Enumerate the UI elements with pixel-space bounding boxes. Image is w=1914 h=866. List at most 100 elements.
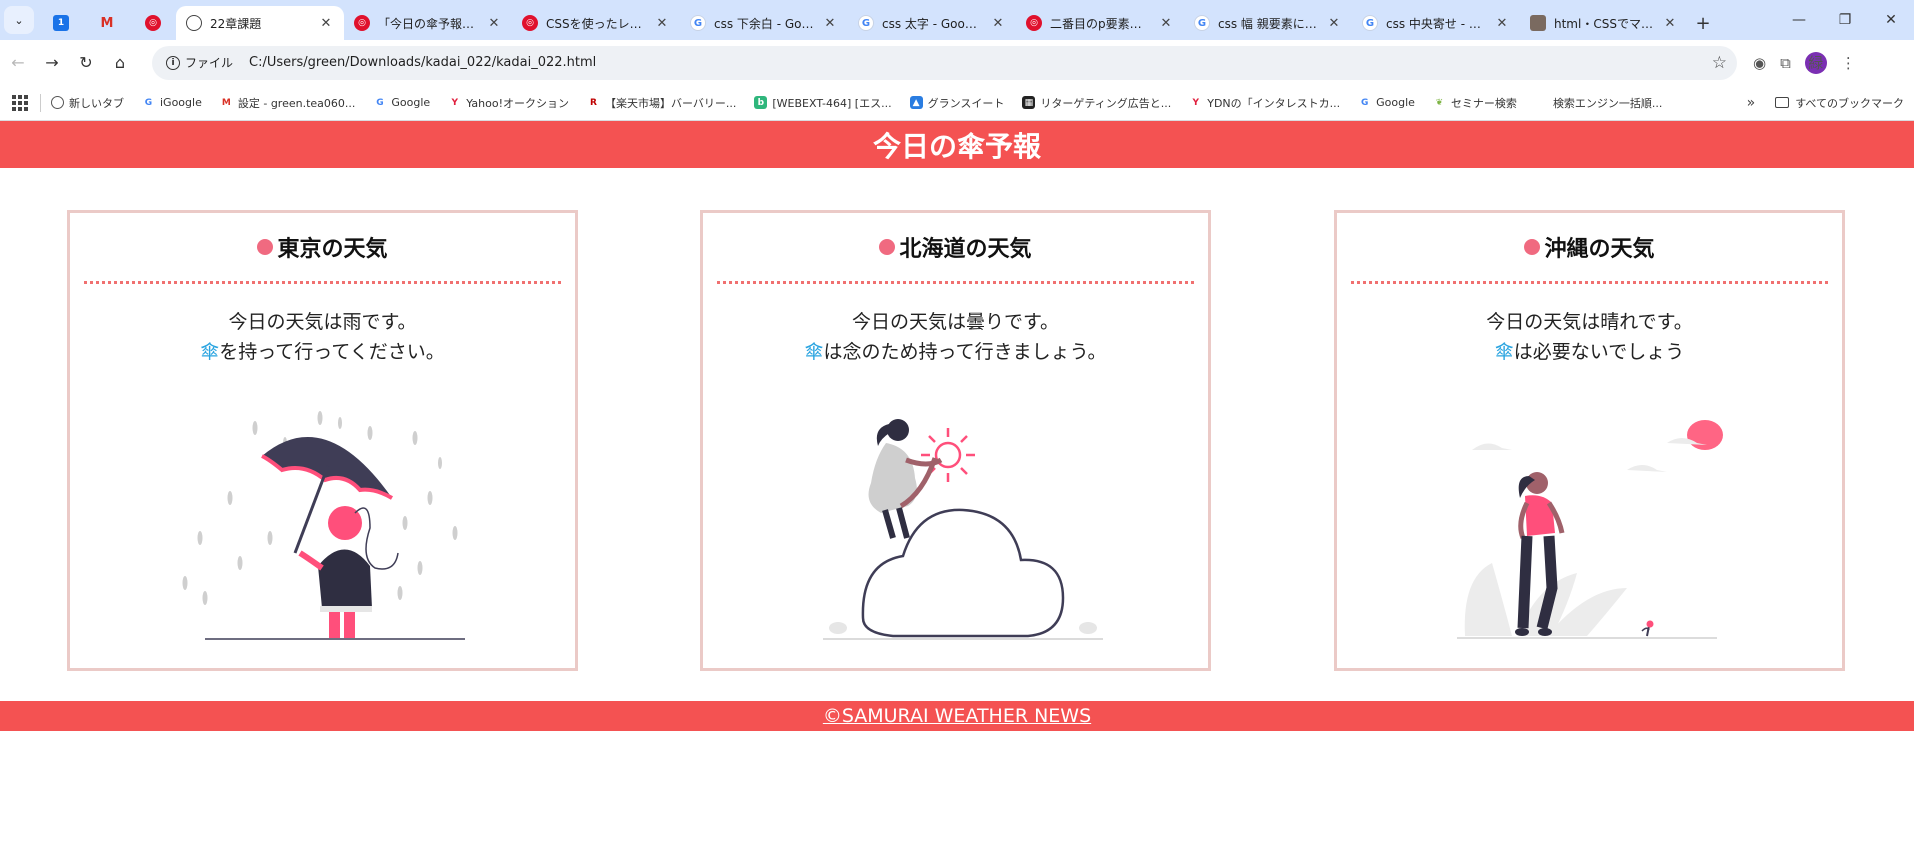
card-line-1: 今日の天気は雨です。 <box>228 311 417 333</box>
tab[interactable]: G css 中央寄せ - Goo ✕ <box>1352 6 1520 40</box>
card-line-2: 傘を持って行ってください。 <box>70 337 575 367</box>
bookmark-label: リターゲティング広告と... <box>1040 96 1172 110</box>
triangle-icon: ▲ <box>909 96 923 109</box>
tab[interactable]: G css 幅 親要素に合わ ✕ <box>1184 6 1352 40</box>
red-swirl-icon: ◎ <box>145 15 161 31</box>
bookmark[interactable]: ▦ リターゲティング広告と... <box>1022 95 1171 111</box>
card-title: 北海道の天気 <box>899 237 1032 262</box>
extensions-icon[interactable]: ⧉ <box>1780 54 1791 72</box>
close-icon[interactable]: ✕ <box>990 16 1006 31</box>
card-title: 東京の天気 <box>277 237 388 262</box>
toolbar-actions: ◉ ⧉ 緑 ⋮ <box>1753 51 1856 74</box>
sunny-illustration <box>1337 388 1842 658</box>
tab-gmail[interactable]: M <box>84 6 130 40</box>
calendar-icon: 1 <box>53 15 69 31</box>
new-tab-button[interactable]: + <box>1688 6 1718 40</box>
yahoo-icon: Y <box>451 97 458 108</box>
bookmark[interactable]: 新しいタブ <box>51 95 124 111</box>
bookmark-label: 検索エンジン一括順... <box>1552 96 1663 110</box>
browser-toolbar: ← → ↻ ⌂ i ファイル C:/Users/green/Downloads/… <box>0 40 1914 85</box>
address-bar[interactable]: i ファイル C:/Users/green/Downloads/kadai_02… <box>152 45 1737 80</box>
bookmark[interactable]: G Google <box>373 96 430 109</box>
google-icon: G <box>144 97 153 108</box>
bookmark[interactable]: b [WEBEXT-464] [エス... <box>754 95 892 111</box>
bookmarks-bar: 新しいタブ GiGoogle M 設定 - green.tea060... G Go… <box>0 85 1914 121</box>
bookmark[interactable]: Y Yahoo!オークション <box>448 95 569 111</box>
tab-title: 「今日の傘予報」とい <box>378 16 478 31</box>
home-icon[interactable]: ⌂ <box>104 47 136 79</box>
bookmark[interactable]: GiGoogle <box>142 96 202 109</box>
url-text[interactable]: C:/Users/green/Downloads/kadai_022/kadai… <box>249 55 1712 70</box>
bookmark[interactable]: G Google <box>1358 96 1415 109</box>
tab-title: 22章課題 <box>210 16 262 31</box>
tab-calendar[interactable]: 1 <box>38 6 84 40</box>
weather-card-hokkaido: 北海道の天気 今日の天気は曇りです。 傘は念のため持って行きましょう。 <box>700 210 1211 671</box>
tab-active[interactable]: 22章課題 ✕ <box>176 6 344 40</box>
camera-icon[interactable]: ◉ <box>1753 54 1766 72</box>
photo-icon <box>1530 15 1546 31</box>
site-info-chip[interactable]: i ファイル <box>162 54 241 71</box>
close-icon[interactable]: ✕ <box>1662 16 1678 31</box>
card-line-2: 傘は必要ないでしょう <box>1337 337 1842 367</box>
google-icon: G <box>858 15 874 31</box>
page-viewport: 今日の傘予報 東京の天気 今日の天気は雨です。 傘を持って行ってください。 北海… <box>0 121 1914 866</box>
tab[interactable]: ◎ CSSを使ったレスポン ✕ <box>512 6 680 40</box>
tab-search-button[interactable]: ⌄ <box>4 6 34 34</box>
globe-icon <box>186 15 202 31</box>
close-icon[interactable]: ✕ <box>822 16 838 31</box>
tab[interactable]: G css 太字 - Google ✕ <box>848 6 1016 40</box>
weather-card-tokyo: 東京の天気 今日の天気は雨です。 傘を持って行ってください。 <box>67 210 578 671</box>
all-bookmarks-link[interactable]: すべてのブックマーク <box>1795 95 1904 111</box>
tab[interactable]: html・CSSでマウスオ ✕ <box>1520 6 1688 40</box>
back-icon[interactable]: ← <box>2 47 34 79</box>
tab-title: css 中央寄せ - Goo <box>1386 16 1486 31</box>
close-icon[interactable]: ✕ <box>1494 16 1510 31</box>
info-icon: i <box>166 55 180 70</box>
bookmark[interactable]: ❦ セミナー検索 <box>1433 95 1517 111</box>
bookmark[interactable]: 検索エンジン一括順... <box>1535 95 1663 111</box>
bookmark[interactable]: M 設定 - green.tea060... <box>220 95 356 111</box>
card-text: 今日の天気は晴れです。 傘は必要ないでしょう <box>1337 307 1842 367</box>
card-line-2-rest: を持って行ってください。 <box>219 341 445 363</box>
tab[interactable]: ◎ 「今日の傘予報」とい ✕ <box>344 6 512 40</box>
close-icon[interactable]: ✕ <box>1326 16 1342 31</box>
chevron-double-icon[interactable]: » <box>1747 95 1756 111</box>
footer-copyright-link[interactable]: ©SAMURAI WEATHER NEWS <box>823 705 1091 727</box>
tab[interactable]: G css 下余白 - Googl ✕ <box>680 6 848 40</box>
bookmark[interactable]: R 【楽天市場】バーバリー... <box>587 95 736 111</box>
apps-grid-icon[interactable] <box>12 94 28 111</box>
avatar[interactable]: 緑 <box>1804 51 1827 74</box>
tab-title: css 太字 - Google <box>882 16 982 31</box>
window-close-icon[interactable]: ✕ <box>1868 0 1914 40</box>
b-icon: b <box>754 96 768 109</box>
site-header: 今日の傘予報 <box>0 121 1914 168</box>
google-icon: G <box>1360 97 1369 108</box>
tab-pinned-site[interactable]: ◎ <box>130 6 176 40</box>
gmail-icon: M <box>100 15 114 31</box>
close-icon[interactable]: ✕ <box>486 16 502 31</box>
bookmark[interactable]: ▲ グランスイート <box>909 95 1004 111</box>
google-icon: G <box>1194 15 1210 31</box>
tab[interactable]: ◎ 二番目のp要素内の ✕ <box>1016 6 1184 40</box>
red-swirl-icon: ◎ <box>354 15 370 31</box>
close-icon[interactable]: ✕ <box>318 16 334 31</box>
star-icon[interactable]: ☆ <box>1712 53 1727 73</box>
google-icon: G <box>690 15 706 31</box>
forward-icon[interactable]: → <box>36 47 68 79</box>
reload-icon[interactable]: ↻ <box>70 47 102 79</box>
umbrella-word: 傘 <box>804 341 824 363</box>
minimize-icon[interactable]: — <box>1776 0 1822 40</box>
bullet-dot-icon <box>257 239 274 255</box>
folder-icon <box>1775 97 1790 108</box>
restore-icon[interactable]: ❐ <box>1822 0 1868 40</box>
umbrella-word: 傘 <box>200 341 220 363</box>
card-line-2: 傘は念のため持って行きましょう。 <box>703 337 1208 367</box>
card-heading: 北海道の天気 <box>717 237 1194 284</box>
google-icon: G <box>376 97 384 108</box>
close-icon[interactable]: ✕ <box>654 16 670 31</box>
divider <box>40 93 41 112</box>
close-icon[interactable]: ✕ <box>1158 16 1174 31</box>
bookmark[interactable]: Y YDNの「インタレストカ... <box>1189 95 1340 111</box>
menu-icon[interactable]: ⋮ <box>1841 54 1856 72</box>
window-controls: — ❐ ✕ <box>1776 0 1914 40</box>
